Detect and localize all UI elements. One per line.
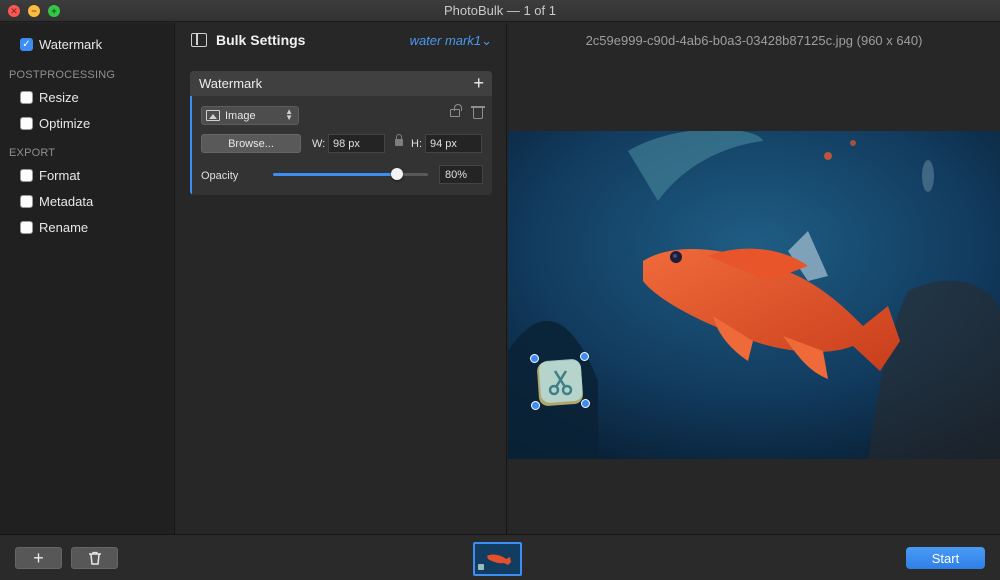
format-checkbox[interactable] [20,169,33,182]
sidebar-item-label: Format [39,168,81,183]
preset-selector[interactable]: water mark1⌄ [410,33,492,49]
add-images-button[interactable]: + [15,547,62,569]
width-field[interactable]: 98 px [328,134,385,153]
watermark-card-header: Watermark + [190,71,492,96]
options-sidebar: ✓ Watermark POSTPROCESSING Resize Optimi… [0,23,175,534]
sidebar-item-label: Watermark [39,37,103,52]
section-heading-postprocessing: POSTPROCESSING [9,69,116,81]
close-window-button[interactable]: ✕ [8,5,20,17]
title-bar: ✕ − + PhotoBulk — 1 of 1 [0,0,1000,22]
opacity-slider[interactable] [273,168,428,180]
watermark-card-body: Image ▲ ▼ Browse... W: 98 px H: 94 px Opa… [190,96,492,195]
image-filename: 2c59e999-c90d-4ab6-b0a3-03428b87125c.jpg… [585,33,923,48]
image-thumbnail[interactable] [473,542,522,576]
aspect-lock-icon[interactable] [395,134,403,146]
trash-icon [88,551,101,565]
minimize-window-button[interactable]: − [28,5,40,17]
preview-image [508,131,1000,459]
sidebar-item-watermark[interactable]: ✓ Watermark [20,37,102,52]
watermark-type-value: Image [225,109,256,122]
sidebar-item-optimize[interactable]: Optimize [20,116,90,131]
resize-handle-top-right[interactable] [580,352,589,361]
fish-photo [508,131,1000,459]
opacity-slider-knob[interactable] [391,168,403,180]
updown-arrows-icon: ▲ ▼ [285,107,293,122]
thumbnail-image [475,544,520,574]
preset-name: water mark1 [409,33,482,48]
window-title: PhotoBulk — 1 of 1 [443,3,556,18]
sidebar-item-label: Optimize [39,116,91,131]
resize-checkbox[interactable] [20,91,33,104]
photobulk-window: ✕ − + PhotoBulk — 1 of 1 ✓ Watermark POS… [0,0,1000,580]
sidebar-item-format[interactable]: Format [20,168,80,183]
width-label: W: [312,138,326,150]
bottom-toolbar: + Start [0,534,1000,580]
height-field[interactable]: 94 px [425,134,482,153]
panel-title: Bulk Settings [216,32,306,48]
unlock-icon[interactable] [450,104,462,117]
window-controls: ✕ − + [8,5,60,17]
chevron-down-icon: ⌄ [481,33,492,48]
rename-checkbox[interactable] [20,221,33,234]
add-watermark-button[interactable]: + [473,72,484,94]
sidebar-item-metadata[interactable]: Metadata [20,194,93,209]
watermark-checkbox[interactable]: ✓ [20,38,33,51]
watermark-overlay[interactable] [530,352,590,410]
section-heading-export: EXPORT [9,147,56,159]
watermark-type-select[interactable]: Image ▲ ▼ [201,106,299,125]
delete-watermark-icon[interactable] [471,106,485,119]
bulk-settings-panel: Bulk Settings water mark1⌄ Watermark + I… [176,23,507,534]
resize-handle-bottom-left[interactable] [531,401,540,410]
opacity-field[interactable]: 80% [439,165,483,184]
sidebar-item-label: Resize [39,90,79,105]
sidebar-toggle-icon[interactable] [191,33,207,47]
sidebar-item-resize[interactable]: Resize [20,90,79,105]
preview-area: 2c59e999-c90d-4ab6-b0a3-03428b87125c.jpg… [508,23,1000,534]
metadata-checkbox[interactable] [20,195,33,208]
scissors-icon [537,359,583,406]
browse-button[interactable]: Browse... [201,134,301,153]
height-label: H: [411,138,422,150]
resize-handle-bottom-right[interactable] [581,399,590,408]
opacity-slider-fill [273,173,397,176]
watermark-card: Watermark + Image ▲ ▼ Browse... W: 98 px … [190,71,492,195]
watermark-card-title: Watermark [199,76,263,91]
remove-images-button[interactable] [71,547,118,569]
opacity-label: Opacity [201,170,239,182]
sidebar-item-label: Metadata [39,194,94,209]
optimize-checkbox[interactable] [20,117,33,130]
start-button[interactable]: Start [906,547,985,569]
maximize-window-button[interactable]: + [48,5,60,17]
sidebar-item-rename[interactable]: Rename [20,220,88,235]
resize-handle-top-left[interactable] [530,354,539,363]
image-icon [206,110,220,121]
sidebar-item-label: Rename [39,220,89,235]
